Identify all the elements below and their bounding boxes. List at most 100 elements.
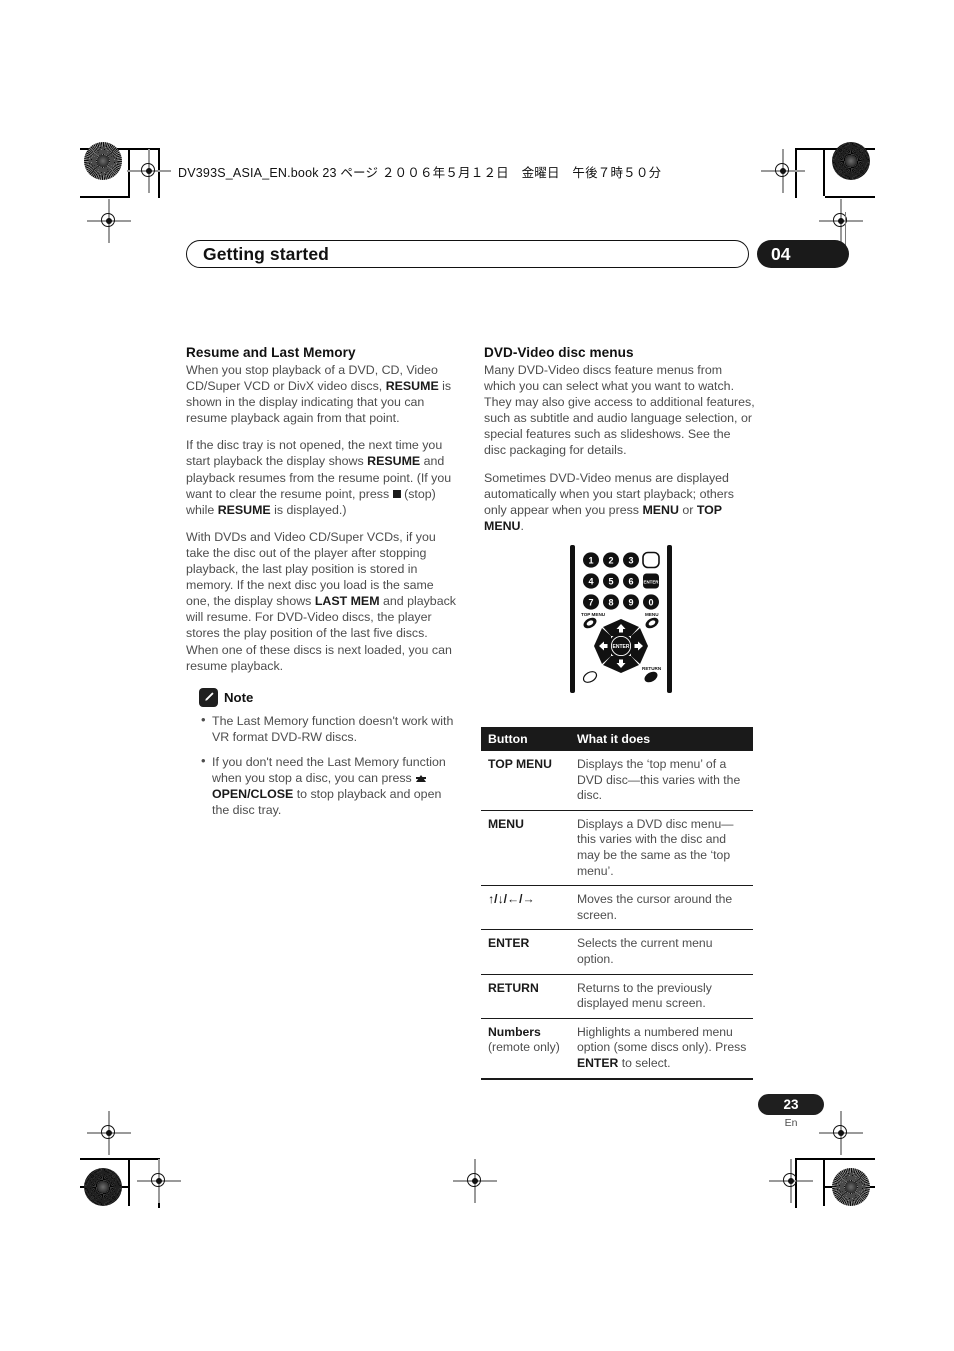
table-cell-button: ↑/↓/←/→	[481, 885, 570, 930]
text-run: Displays a DVD disc menu—this varies wit…	[577, 816, 734, 878]
text-run: Displays the ‘top menu’ of a DVD disc—th…	[577, 757, 741, 803]
text-run: or	[678, 502, 697, 517]
svg-text:1: 1	[588, 556, 593, 566]
paragraph-p1: When you stop playback of a DVD, CD, Vid…	[186, 362, 458, 426]
chapter-number-badge: 04	[757, 240, 849, 268]
table-bottom-rule	[481, 1077, 753, 1080]
page-number: 23	[783, 1097, 799, 1112]
svg-text:9: 9	[628, 598, 633, 608]
text-run: If you don't need the Last Memory functi…	[212, 754, 446, 785]
crop-mark-bl-v2	[128, 1158, 131, 1206]
svg-text:5: 5	[608, 577, 613, 587]
text-run: is displayed.)	[270, 502, 347, 517]
text-run: Highlights a numbered menu option (some …	[577, 1024, 747, 1055]
note-header: Note	[199, 687, 458, 707]
color-registration-blob-bottom-left	[84, 1168, 122, 1206]
color-registration-blob-top-left	[84, 142, 122, 180]
table-cell-button: TOP MENU	[481, 751, 570, 810]
chapter-number: 04	[771, 243, 791, 264]
registration-target-bottom-left	[137, 1159, 181, 1203]
crop-mark-br-v2	[823, 1158, 826, 1206]
svg-text:7: 7	[588, 598, 593, 608]
button-name: MENU	[488, 816, 524, 831]
button-name-sub: (remote only)	[488, 1040, 560, 1055]
button-name: Numbers	[488, 1024, 541, 1039]
text-run: .	[520, 518, 524, 533]
stop-icon	[392, 490, 401, 499]
table-body: TOP MENU Displays the ‘top menu’ of a DVD…	[481, 751, 753, 1078]
registration-target-top-left	[127, 149, 171, 193]
table-col-what-it-does: What it does	[570, 727, 753, 751]
svg-text:MENU: MENU	[645, 612, 659, 617]
crop-mark-tr-v2	[823, 148, 826, 196]
svg-text:RETURN: RETURN	[642, 666, 662, 671]
right-column: DVD-Video disc menus Many DVD-Video disc…	[484, 345, 756, 545]
left-column: Resume and Last Memory When you stop pla…	[186, 345, 458, 827]
svg-text:ENTER: ENTER	[613, 644, 630, 650]
table-cell-button: Numbers (remote only)	[481, 1017, 570, 1078]
book-file-header: DV393S_ASIA_EN.book 23 ページ ２００６年５月１２日 金曜…	[178, 166, 662, 180]
note-label: Note	[224, 689, 254, 705]
table-row: RETURN Returns to the previously displaye…	[481, 973, 753, 1019]
table-row: Numbers (remote only) Highlights a numbere…	[481, 1017, 753, 1078]
svg-text:3: 3	[628, 556, 633, 566]
emphasis-text: LAST MEM	[314, 594, 380, 609]
text-run: Returns to the previously displayed menu…	[577, 980, 712, 1011]
crop-mark-tl-v2	[128, 148, 131, 196]
text-run: to select.	[618, 1055, 671, 1070]
note-bullet-list: The Last Memory function doesn't work wi…	[186, 712, 458, 819]
registration-target-upper-left	[87, 199, 131, 243]
svg-text:2: 2	[608, 556, 613, 566]
text-run: The Last Memory function doesn't work wi…	[212, 713, 454, 744]
table-row: ENTER Selects the current menu option.	[481, 929, 753, 975]
table-cell-button: RETURN	[481, 973, 570, 1019]
emphasis-text: MENU	[642, 502, 679, 517]
right-column-paragraphs: Many DVD-Video discs feature menus from …	[484, 362, 756, 534]
text-run: Selects the current menu option.	[577, 936, 713, 966]
svg-text:8: 8	[608, 598, 613, 608]
table-header: Button What it does	[481, 727, 753, 751]
page-language-code: En	[784, 1117, 798, 1129]
registration-target-bottom-right	[769, 1159, 813, 1203]
registration-target-lower-right	[819, 1111, 863, 1155]
color-registration-blob-bottom-right	[832, 1168, 870, 1206]
note-item: If you don't need the Last Memory functi…	[201, 753, 458, 818]
crop-mark-bl-h1	[80, 1158, 160, 1161]
text-run: Moves the cursor around the screen.	[577, 892, 733, 922]
chapter-title-bar: Getting started	[186, 240, 749, 268]
button-name: ↑/↓/←/→	[488, 892, 535, 907]
crop-mark-br-h1	[795, 1158, 875, 1161]
paragraph-r1: Many DVD-Video discs feature menus from …	[484, 362, 756, 459]
paragraph-p3: With DVDs and Video CD/Super VCDs, if yo…	[186, 529, 458, 674]
table-row: TOP MENU Displays the ‘top menu’ of a DVD…	[481, 751, 753, 810]
table-cell-description: Returns to the previously displayed menu…	[570, 973, 753, 1019]
table-cell-button: MENU	[481, 809, 570, 886]
emphasis-text: RESUME	[385, 379, 439, 394]
paragraph-r2: Sometimes DVD-Video menus are displayed …	[484, 470, 756, 534]
table-cell-description: Displays a DVD disc menu—this varies wit…	[570, 809, 753, 886]
emphasis-text: OPEN/CLOSE	[212, 787, 294, 802]
pencil-icon	[199, 687, 218, 707]
section-heading-resume: Resume and Last Memory	[186, 345, 356, 360]
emphasis-text: ENTER	[577, 1055, 619, 1070]
button-function-table: Button What it does TOP MENU Displays the…	[481, 727, 753, 1078]
button-name: TOP MENU	[488, 757, 552, 771]
page-title: Getting started	[203, 243, 329, 264]
button-name: ENTER	[488, 936, 530, 951]
registration-target-top-right	[761, 149, 805, 193]
svg-text:4: 4	[588, 577, 593, 587]
eject-icon	[416, 774, 427, 782]
color-registration-blob-top-right	[832, 142, 870, 180]
paragraph-p2: If the disc tray is not opened, the next…	[186, 437, 458, 517]
section-heading-dvd-menus: DVD-Video disc menus	[484, 345, 634, 360]
text-run: Many DVD-Video discs feature menus from …	[484, 363, 755, 458]
svg-text:ENTER: ENTER	[644, 580, 660, 585]
left-column-paragraphs: When you stop playback of a DVD, CD, Vid…	[186, 362, 458, 674]
crop-mark-tl-h2	[80, 196, 130, 199]
page-number-badge: 23	[758, 1094, 824, 1115]
registration-target-upper-right	[819, 199, 863, 243]
remote-control-illustration: 1 2 3 4 5 6 ENTER 7 8 9 0 TOP MENU MENU	[568, 543, 674, 695]
table-row: MENU Displays a DVD disc menu—this varies…	[481, 809, 753, 886]
svg-text:6: 6	[628, 577, 633, 587]
registration-target-bottom-center	[453, 1159, 497, 1203]
